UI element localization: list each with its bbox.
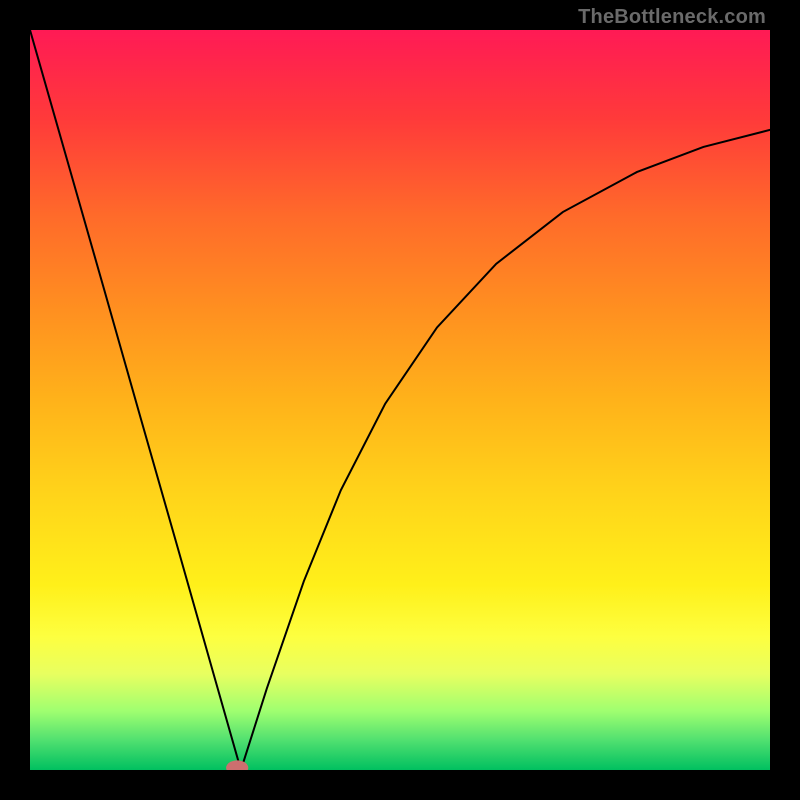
watermark-text: TheBottleneck.com bbox=[578, 6, 766, 29]
minimum-marker bbox=[226, 760, 248, 770]
plot-area bbox=[30, 30, 770, 770]
bottleneck-curve bbox=[30, 30, 770, 770]
curve-svg bbox=[30, 30, 770, 770]
chart-frame: TheBottleneck.com bbox=[0, 0, 800, 800]
